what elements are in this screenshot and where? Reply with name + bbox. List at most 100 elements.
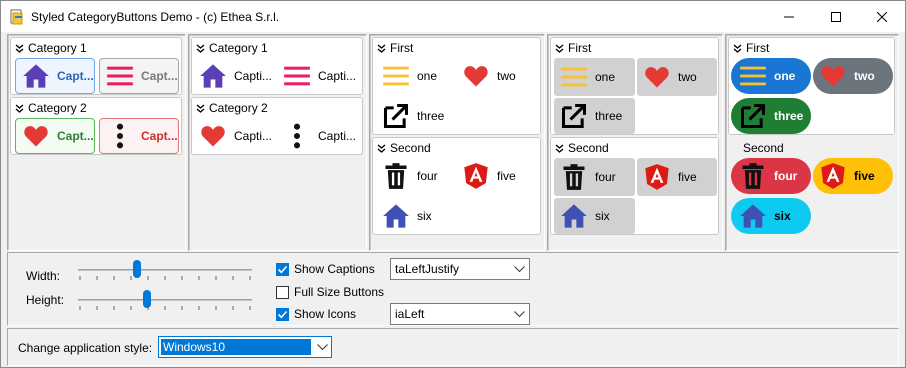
category-button[interactable]: six bbox=[731, 198, 811, 234]
external-link-icon bbox=[561, 103, 587, 129]
button-caption: three bbox=[417, 109, 445, 123]
chevron-double-down-icon bbox=[733, 43, 742, 53]
slider-thumb[interactable] bbox=[142, 290, 151, 308]
chevron-down-icon[interactable] bbox=[509, 266, 529, 272]
category-button[interactable]: one bbox=[731, 58, 811, 94]
category-button[interactable]: two bbox=[461, 58, 539, 94]
checkbox-label: Show Captions bbox=[294, 262, 375, 276]
chevron-double-down-icon bbox=[555, 43, 564, 53]
full-size-buttons-checkbox[interactable]: Full Size Buttons bbox=[276, 285, 384, 299]
width-slider[interactable] bbox=[78, 260, 252, 280]
category-button[interactable]: Capt... bbox=[99, 118, 179, 154]
show-captions-checkbox[interactable]: Show Captions bbox=[276, 262, 375, 276]
category-button[interactable]: one bbox=[554, 58, 635, 96]
button-caption: two bbox=[854, 69, 875, 83]
height-slider[interactable] bbox=[78, 290, 252, 310]
category-header[interactable]: Category 1 bbox=[196, 41, 268, 55]
button-caption: six bbox=[595, 209, 610, 223]
category-title: Second bbox=[743, 141, 784, 155]
chevron-down-icon[interactable] bbox=[313, 344, 331, 350]
home-icon bbox=[383, 204, 409, 228]
category-title: Second bbox=[568, 141, 609, 155]
style-panel: Change application style: Windows10 bbox=[7, 328, 899, 366]
category-header[interactable]: First bbox=[555, 41, 591, 55]
button-caption: Capt... bbox=[141, 129, 178, 143]
checkbox-box[interactable] bbox=[276, 307, 289, 321]
slider-track bbox=[78, 269, 252, 271]
category-group-first: First one two three bbox=[728, 37, 895, 135]
select-value: taLeftJustify bbox=[395, 262, 460, 276]
category-header[interactable]: Category 2 bbox=[15, 101, 87, 115]
angular-icon bbox=[464, 163, 488, 189]
button-caption: Capt... bbox=[57, 69, 94, 83]
minimize-button[interactable] bbox=[766, 1, 812, 32]
category-header[interactable]: First bbox=[377, 41, 413, 55]
show-icons-checkbox[interactable]: Show Icons bbox=[276, 307, 356, 321]
category-button[interactable]: six bbox=[554, 198, 635, 234]
checkmark-icon bbox=[277, 265, 288, 273]
select-value: Windows10 bbox=[161, 339, 311, 355]
maximize-icon bbox=[831, 11, 841, 22]
category-title: Category 2 bbox=[28, 101, 87, 115]
close-icon bbox=[877, 11, 887, 22]
icon-alignment-select[interactable]: iaLeft bbox=[390, 303, 530, 325]
category-button[interactable]: four bbox=[381, 158, 459, 194]
category-button[interactable]: Capti... bbox=[198, 118, 278, 154]
category-button[interactable]: two bbox=[637, 58, 717, 96]
category-button[interactable]: Capt... bbox=[15, 118, 95, 154]
category-header[interactable]: Second bbox=[377, 141, 431, 155]
category-header[interactable]: Category 2 bbox=[196, 101, 268, 115]
angular-icon bbox=[645, 164, 669, 190]
slider-thumb[interactable] bbox=[132, 260, 141, 278]
category-button[interactable]: four bbox=[731, 158, 811, 194]
lines-icon bbox=[740, 66, 766, 86]
category-header[interactable]: Category 1 bbox=[15, 41, 87, 55]
chevron-down-icon[interactable] bbox=[509, 311, 529, 317]
category-button[interactable]: six bbox=[381, 198, 459, 234]
lines-icon bbox=[383, 66, 409, 86]
height-label: Height: bbox=[26, 293, 65, 307]
panel-styled-small: Category 1 Capt... Capt... Category 2 Ca… bbox=[7, 34, 186, 251]
category-button[interactable]: four bbox=[554, 158, 635, 196]
category-title: First bbox=[746, 41, 770, 55]
category-button[interactable]: Capti... bbox=[282, 118, 362, 154]
category-button[interactable]: Capt... bbox=[15, 58, 95, 94]
category-group-second: Second four five six bbox=[550, 137, 719, 235]
category-button[interactable]: Capti... bbox=[282, 58, 362, 94]
button-caption: Capti... bbox=[318, 69, 357, 83]
category-header[interactable]: First bbox=[733, 41, 769, 55]
category-title: Category 1 bbox=[28, 41, 87, 55]
chevron-double-down-icon bbox=[196, 103, 205, 113]
category-button[interactable]: Capti... bbox=[198, 58, 278, 94]
slider-track bbox=[78, 299, 252, 301]
category-button[interactable]: five bbox=[813, 158, 893, 194]
home-icon bbox=[23, 64, 49, 88]
category-button[interactable]: five bbox=[461, 158, 539, 194]
close-button[interactable] bbox=[859, 1, 905, 32]
category-panels: Category 1 Capt... Capt... Category 2 Ca… bbox=[7, 34, 899, 251]
category-header[interactable]: Second bbox=[743, 141, 784, 155]
trash-icon bbox=[563, 164, 585, 190]
category-button[interactable]: three bbox=[554, 98, 635, 134]
category-button[interactable]: three bbox=[381, 98, 459, 134]
checkbox-box[interactable] bbox=[276, 262, 289, 276]
lines-icon bbox=[561, 67, 587, 87]
category-button[interactable]: Capt... bbox=[99, 58, 179, 94]
category-button[interactable]: five bbox=[637, 158, 717, 196]
maximize-button[interactable] bbox=[813, 1, 859, 32]
category-header[interactable]: Second bbox=[555, 141, 609, 155]
more-vertical-icon bbox=[293, 123, 301, 149]
category-button[interactable]: two bbox=[813, 58, 893, 94]
checkbox-box[interactable] bbox=[276, 285, 289, 299]
category-button[interactable]: one bbox=[381, 58, 459, 94]
caption-alignment-select[interactable]: taLeftJustify bbox=[390, 258, 530, 280]
category-button[interactable]: three bbox=[731, 98, 811, 134]
heart-icon bbox=[24, 126, 48, 147]
application-style-select[interactable]: Windows10 bbox=[158, 336, 332, 358]
category-group-second: Second four five six bbox=[372, 137, 541, 235]
button-caption: Capti... bbox=[318, 129, 357, 143]
category-group-2: Category 2 Capti... Capti... bbox=[191, 97, 363, 155]
external-link-icon bbox=[740, 103, 766, 129]
heart-icon bbox=[645, 67, 669, 88]
category-group-1: Category 1 Capti... Capti... bbox=[191, 37, 363, 95]
